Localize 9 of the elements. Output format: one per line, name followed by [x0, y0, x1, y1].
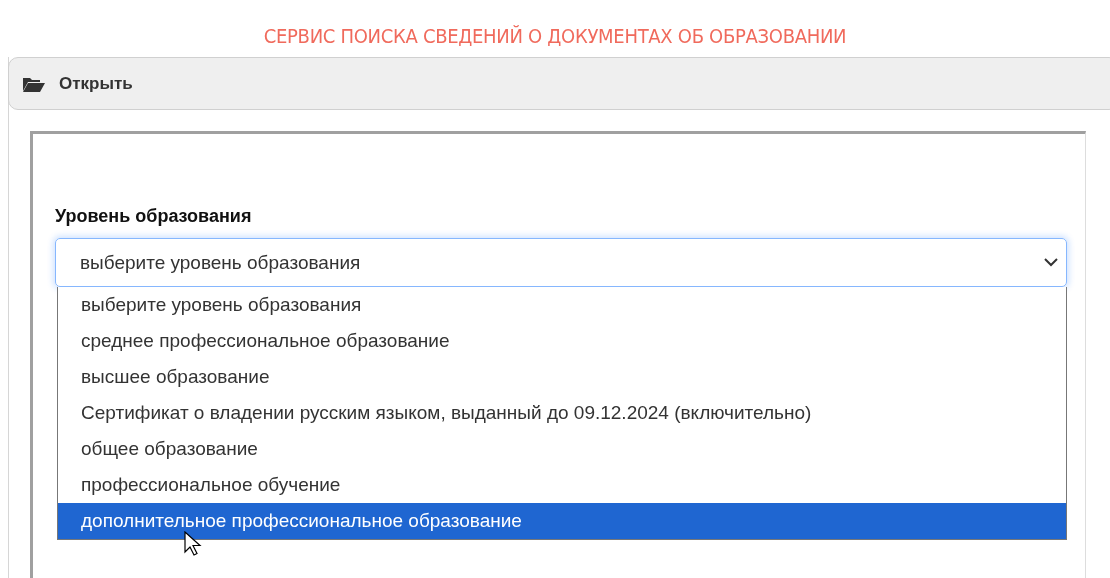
- folder-icon: [23, 75, 45, 92]
- panel-header[interactable]: Открыть: [8, 57, 1110, 110]
- chevron-down-icon: [1044, 258, 1058, 267]
- field-label: Уровень образования: [55, 206, 253, 227]
- cursor-icon: [184, 531, 204, 557]
- panel-title: Открыть: [59, 73, 133, 94]
- dropdown-option[interactable]: дополнительное профессиональное образование: [58, 503, 1066, 539]
- education-level-select[interactable]: выберите уровень образования: [55, 238, 1067, 287]
- page-title: СЕРВИС ПОИСКА СВЕДЕНИЙ О ДОКУМЕНТАХ ОБ ОБРАЗОВАНИИ: [262, 23, 848, 50]
